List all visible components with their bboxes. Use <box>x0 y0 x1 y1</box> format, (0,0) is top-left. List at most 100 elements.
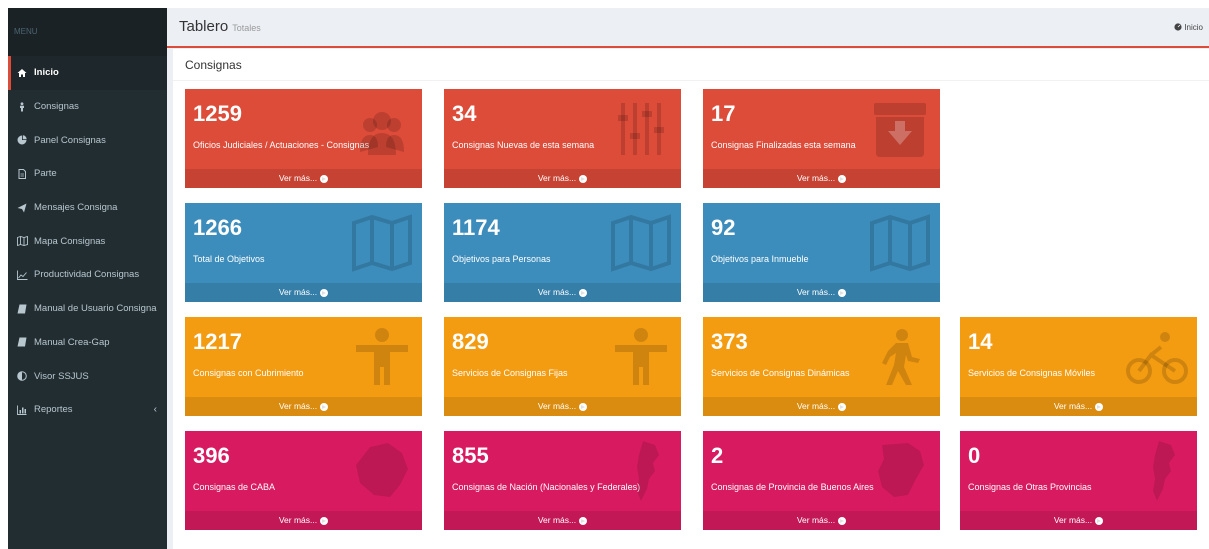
ver-mas-label: Ver más... <box>1053 515 1093 525</box>
stat-label: Consignas de Otras Provincias <box>968 482 1092 492</box>
ver-mas-link[interactable]: Ver más... <box>444 283 681 302</box>
ver-mas-label: Ver más... <box>537 173 577 183</box>
stat-box-consignas-nuevas: 34 Consignas Nuevas de esta semana Ver m… <box>444 89 681 188</box>
person-icon <box>14 101 30 112</box>
stat-box-total-objetivos: 1266 Total de Objetivos Ver más... <box>185 203 422 302</box>
ver-mas-link[interactable]: Ver más... <box>444 511 681 530</box>
ver-mas-link[interactable]: Ver más... <box>185 511 422 530</box>
stat-value: 1259 <box>193 101 242 126</box>
ver-mas-label: Ver más... <box>796 173 836 183</box>
sidebar-item-panel-consignas[interactable]: Panel Consignas <box>8 123 167 157</box>
stat-label: Total de Objetivos <box>193 254 265 264</box>
sidebar-item-inicio[interactable]: Inicio <box>8 56 167 90</box>
ver-mas-link[interactable]: Ver más... <box>444 397 681 416</box>
sidebar-item-label: Parte <box>34 168 57 180</box>
page-subtitle: Totales <box>232 23 261 33</box>
ver-mas-link[interactable]: Ver más... <box>703 397 940 416</box>
ver-mas-link[interactable]: Ver más... <box>185 283 422 302</box>
paper-plane-icon <box>14 203 30 213</box>
arrow-circle-right-icon <box>320 288 329 297</box>
sidebar-item-visor-ssjus[interactable]: Visor SSJUS <box>8 359 167 393</box>
map-icon <box>870 214 930 272</box>
sidebar-item-label: Manual Crea-Gap <box>34 336 110 348</box>
stat-box-consignas-otras-provincias: 0 Consignas de Otras Provincias Ver más.… <box>960 431 1197 530</box>
arrow-circle-right-icon <box>579 174 588 183</box>
stat-box-consignas-moviles: 14 Servicios de Consignas Móviles Ver má… <box>960 317 1197 416</box>
arrow-circle-right-icon <box>838 288 847 297</box>
ver-mas-link[interactable]: Ver más... <box>960 511 1197 530</box>
stat-label: Consignas de Provincia de Buenos Aires <box>711 482 874 492</box>
stat-value: 396 <box>193 443 230 468</box>
document-icon <box>14 168 30 179</box>
stat-value: 92 <box>711 215 736 240</box>
bar-chart-icon <box>14 405 30 415</box>
ver-mas-link[interactable]: Ver más... <box>703 511 940 530</box>
ver-mas-label: Ver más... <box>796 515 836 525</box>
stat-label: Objetivos para Personas <box>452 254 551 264</box>
ver-mas-label: Ver más... <box>278 401 318 411</box>
arrow-circle-right-icon <box>1095 402 1104 411</box>
stat-box-consignas-fijas: 829 Servicios de Consignas Fijas Ver más… <box>444 317 681 416</box>
ver-mas-label: Ver más... <box>537 287 577 297</box>
sidebar-item-mapa-consignas[interactable]: Mapa Consignas <box>8 224 167 258</box>
sidebar-item-reportes[interactable]: Reportes ‹ <box>8 393 167 427</box>
ver-mas-link[interactable]: Ver más... <box>703 169 940 188</box>
sidebar-item-manual-usuario-consigna[interactable]: Manual de Usuario Consigna <box>8 292 167 326</box>
arrow-circle-right-icon <box>838 516 847 525</box>
sidebar-item-label: Reportes <box>34 404 73 416</box>
sidebar-item-mensajes-consigna[interactable]: Mensajes Consigna <box>8 191 167 225</box>
stat-value: 1174 <box>452 215 500 240</box>
sidebar-menu-header: MENU <box>8 8 167 56</box>
ver-mas-link[interactable]: Ver más... <box>185 397 422 416</box>
map-icon <box>14 236 30 247</box>
stat-box-consignas-cubrimiento: 1217 Consignas con Cubrimiento Ver más..… <box>185 317 422 416</box>
sidebar-item-consignas[interactable]: Consignas <box>8 90 167 124</box>
ver-mas-link[interactable]: Ver más... <box>960 397 1197 416</box>
stat-value: 855 <box>452 443 489 468</box>
stat-label: Oficios Judiciales / Actuaciones - Consi… <box>193 140 370 150</box>
map-icon <box>611 214 671 272</box>
argentina-map-icon <box>637 441 659 501</box>
stat-value: 0 <box>968 443 981 468</box>
stat-label: Objetivos para Inmueble <box>711 254 809 264</box>
stat-box-consignas-provincia-bsas: 2 Consignas de Provincia de Buenos Aires… <box>703 431 940 530</box>
stat-value: 34 <box>452 101 477 126</box>
arrow-circle-right-icon <box>1095 516 1104 525</box>
arrow-circle-right-icon <box>579 402 588 411</box>
stat-label: Consignas con Cubrimiento <box>193 368 304 378</box>
sliders-icon <box>618 103 664 155</box>
dashboard-icon <box>1174 23 1182 31</box>
main-content: Tablero Totales Inicio Consignas 1259 Ofi… <box>167 8 1209 549</box>
ver-mas-link[interactable]: Ver más... <box>444 169 681 188</box>
sidebar-item-parte[interactable]: Parte <box>8 157 167 191</box>
ver-mas-link[interactable]: Ver más... <box>703 283 940 302</box>
sidebar-item-productividad-consignas[interactable]: Productividad Consignas <box>8 258 167 292</box>
sidebar: MENU Inicio Consignas Panel Consignas Pa… <box>8 8 167 549</box>
arrow-circle-right-icon <box>320 174 329 183</box>
archive-down-icon <box>874 103 926 157</box>
sidebar-item-label: Visor SSJUS <box>34 370 89 382</box>
breadcrumb-home[interactable]: Inicio <box>1184 23 1203 32</box>
sidebar-item-label: Mapa Consignas <box>34 235 106 247</box>
stat-value: 17 <box>711 101 736 126</box>
map-icon <box>352 214 412 272</box>
ver-mas-link[interactable]: Ver más... <box>185 169 422 188</box>
breadcrumb[interactable]: Inicio <box>1174 23 1203 32</box>
sidebar-item-label: Panel Consignas <box>34 134 106 146</box>
page-title: Tablero Totales <box>179 18 261 35</box>
line-chart-icon <box>14 270 30 280</box>
chevron-left-icon: ‹ <box>153 404 157 416</box>
stat-value: 1217 <box>193 329 242 354</box>
ver-mas-label: Ver más... <box>278 515 318 525</box>
argentina-map-icon <box>1153 441 1175 501</box>
stat-label: Consignas Finalizadas esta semana <box>711 140 856 150</box>
stat-label: Consignas de CABA <box>193 482 276 492</box>
arrow-circle-right-icon <box>320 516 329 525</box>
ver-mas-label: Ver más... <box>278 173 318 183</box>
pie-chart-icon <box>14 135 30 145</box>
ver-mas-label: Ver más... <box>796 287 836 297</box>
stat-value: 829 <box>452 329 489 354</box>
walking-icon <box>882 329 920 385</box>
consignas-panel: Consignas 1259 Oficios Judiciales / Actu… <box>173 49 1209 549</box>
sidebar-item-manual-crea-gap[interactable]: Manual Crea-Gap <box>8 326 167 360</box>
